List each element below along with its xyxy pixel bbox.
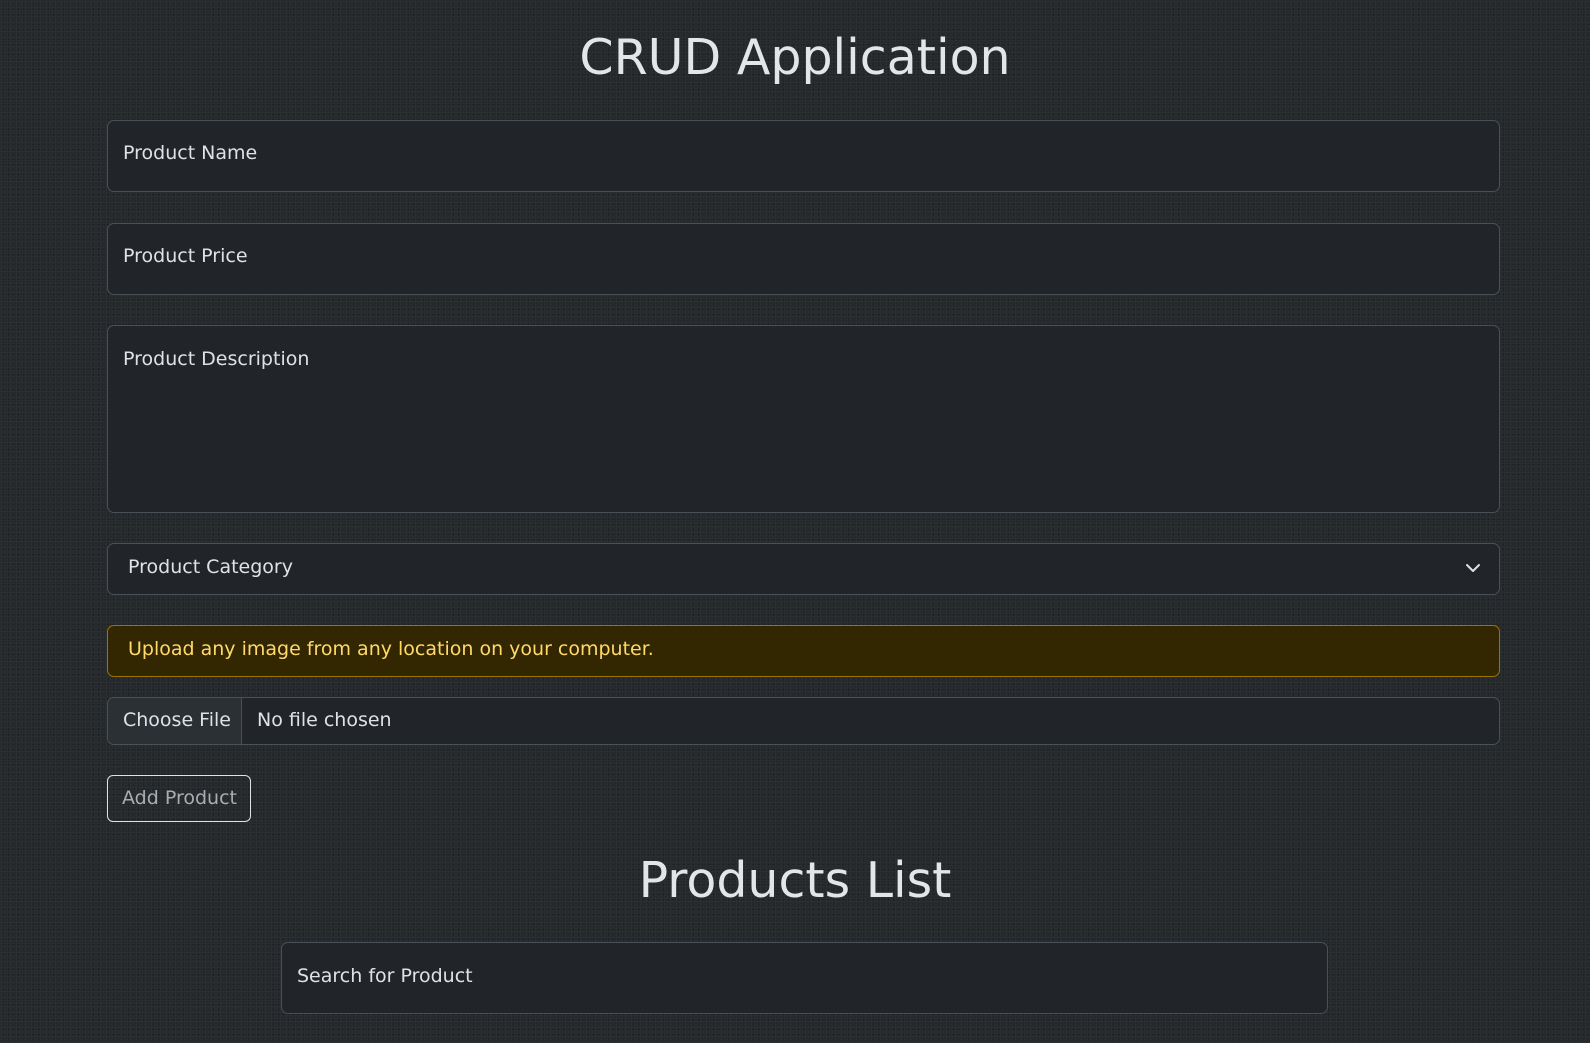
product-image-file-input[interactable]: Choose File No file chosen: [107, 697, 1500, 745]
product-category-select[interactable]: Product Category: [107, 543, 1500, 595]
file-status-text: No file chosen: [257, 709, 392, 731]
page-title: CRUD Application: [579, 29, 1011, 86]
choose-file-label: Choose File: [123, 709, 231, 731]
products-list-title: Products List: [638, 852, 952, 909]
choose-file-button[interactable]: Choose File: [108, 698, 242, 744]
product-name-input[interactable]: Product Name: [107, 120, 1500, 192]
product-price-placeholder: Product Price: [123, 245, 248, 267]
chevron-down-icon: [1466, 564, 1480, 572]
search-product-input[interactable]: Search for Product: [281, 942, 1328, 1014]
search-product-placeholder: Search for Product: [297, 965, 473, 987]
product-description-textarea[interactable]: Product Description: [107, 325, 1500, 513]
product-category-selected: Product Category: [128, 556, 293, 578]
upload-notice-text: Upload any image from any location on yo…: [128, 638, 654, 660]
add-product-button[interactable]: Add Product: [107, 775, 251, 822]
add-product-label: Add Product: [122, 787, 237, 809]
product-name-placeholder: Product Name: [123, 142, 258, 164]
product-price-input[interactable]: Product Price: [107, 223, 1500, 295]
upload-notice-alert: Upload any image from any location on yo…: [107, 625, 1500, 677]
product-description-placeholder: Product Description: [123, 348, 310, 370]
